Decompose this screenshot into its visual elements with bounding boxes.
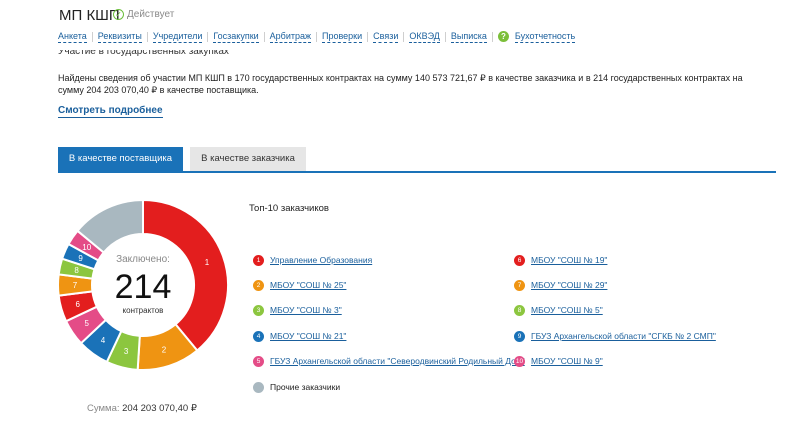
legend-label[interactable]: МБОУ "СОШ № 29" (531, 280, 607, 290)
legend-label[interactable]: МБОУ "СОШ № 9" (531, 356, 603, 366)
legend-marker: 6 (514, 254, 525, 266)
legend-label[interactable]: МБОУ "СОШ № 21" (270, 331, 346, 341)
sum-value: 204 203 070,40 ₽ (122, 403, 197, 414)
nav-separator (316, 32, 318, 42)
donut-slice-label: 2 (162, 346, 167, 355)
donut-slice-label: 10 (82, 243, 91, 252)
legend-item-6[interactable]: 6 МБОУ "СОШ № 19" (514, 254, 607, 266)
legend-item-8[interactable]: 8 МБОУ "СОШ № 5" (514, 304, 603, 316)
legend-marker: 4 (253, 330, 264, 342)
legend-label[interactable]: МБОУ "СОШ № 19" (531, 255, 607, 265)
sum-label: Сумма: (87, 403, 120, 414)
donut-slice-label: 3 (124, 347, 129, 356)
legend-marker: 3 (253, 304, 264, 316)
legend-label[interactable]: МБОУ "СОШ № 5" (531, 305, 603, 315)
see-more-link[interactable]: Смотреть подробнее (58, 105, 163, 118)
status-text: Действует (127, 9, 175, 20)
legend-item-2[interactable]: 2 МБОУ "СОШ № 25" (253, 279, 346, 291)
company-header: МП КШП ✓ Действует Анкета Реквизиты Учреди… (0, 0, 800, 50)
legend-marker: 7 (514, 279, 525, 291)
legend-marker (253, 381, 264, 393)
nav-separator (491, 32, 493, 42)
help-icon[interactable]: ? (497, 31, 509, 42)
donut-slice-label: 4 (101, 336, 106, 345)
nav-tabs: Анкета Реквизиты Учредители Госзакупки Арбит… (58, 31, 576, 43)
nav-separator (263, 32, 265, 42)
nav-tab-3[interactable]: Учредители (152, 31, 203, 43)
procurement-summary: Найдены сведения об участии МП КШП в 170… (58, 73, 743, 95)
nav-separator (367, 32, 369, 42)
top-customers-title: Топ-10 заказчиков (249, 203, 329, 214)
section-title: Участие в государственных закупках (58, 50, 229, 57)
legend-marker: 2 (253, 279, 264, 291)
legend-item-5[interactable]: 5 ГБУЗ Архангельской области "Северодвинс… (253, 355, 525, 367)
status-badge: ✓ Действует (113, 9, 174, 20)
legend-label[interactable]: ГБУЗ Архангельской области "СГКБ № 2 СМП… (531, 331, 716, 341)
nav-separator (444, 32, 446, 42)
nav-tab-1[interactable]: Анкета (58, 31, 87, 43)
legend-label[interactable]: Управление Образования (270, 255, 372, 265)
legend-marker: 5 (253, 355, 264, 367)
nav-tab-6[interactable]: Проверки (322, 31, 363, 43)
legend-label[interactable]: МБОУ "СОШ № 25" (270, 280, 346, 290)
legend-label[interactable]: МБОУ "СОШ № 3" (270, 305, 342, 315)
nav-tab-5[interactable]: Арбитраж (269, 31, 312, 43)
company-title: МП КШП (59, 7, 120, 24)
donut-center-unit: контрактов (122, 306, 164, 315)
legend-item-1[interactable]: 1 Управление Образования (253, 254, 372, 266)
legend-item-other: Прочие заказчики (253, 381, 340, 393)
contracts-sum: Сумма: 204 203 070,40 ₽ (87, 403, 197, 414)
nav-separator (91, 32, 93, 42)
nav-tab-10[interactable]: Бухотчетность (514, 31, 576, 43)
nav-separator (207, 32, 209, 42)
donut-center-label: Заключено: (116, 254, 170, 265)
legend-label[interactable]: ГБУЗ Архангельской области "Северодвинск… (270, 356, 525, 366)
tab-customer[interactable]: В качестве заказчика (190, 147, 306, 171)
nav-tab-7[interactable]: Связи (373, 31, 399, 43)
legend-item-9[interactable]: 9 ГБУЗ Архангельской области "СГКБ № 2 СМ… (514, 330, 716, 342)
nav-tab-9[interactable]: Выписка (450, 31, 487, 43)
legend-marker: 10 (514, 355, 525, 367)
nav-tab-4[interactable]: Госзакупки (213, 31, 259, 43)
nav-separator (403, 32, 405, 42)
legend-item-3[interactable]: 3 МБОУ "СОШ № 3" (253, 304, 342, 316)
donut-slice-label: 5 (85, 319, 90, 328)
legend-label: Прочие заказчики (270, 382, 341, 392)
tab-supplier[interactable]: В качестве поставщика (58, 147, 183, 171)
legend-item-10[interactable]: 10 МБОУ "СОШ № 9" (514, 355, 603, 367)
check-icon: ✓ (113, 9, 124, 20)
role-tabs: В качестве поставщика В качестве заказчи… (58, 147, 776, 173)
legend-item-4[interactable]: 4 МБОУ "СОШ № 21" (253, 330, 346, 342)
legend-marker: 1 (253, 254, 264, 266)
legend-item-7[interactable]: 7 МБОУ "СОШ № 29" (514, 279, 607, 291)
nav-tab-2[interactable]: Реквизиты (97, 31, 142, 43)
donut-center-value: 214 (114, 268, 172, 306)
legend-marker: 8 (514, 304, 525, 316)
nav-tab-8[interactable]: ОКВЭД (409, 31, 440, 43)
legend-marker: 9 (514, 330, 525, 342)
nav-separator (146, 32, 148, 42)
